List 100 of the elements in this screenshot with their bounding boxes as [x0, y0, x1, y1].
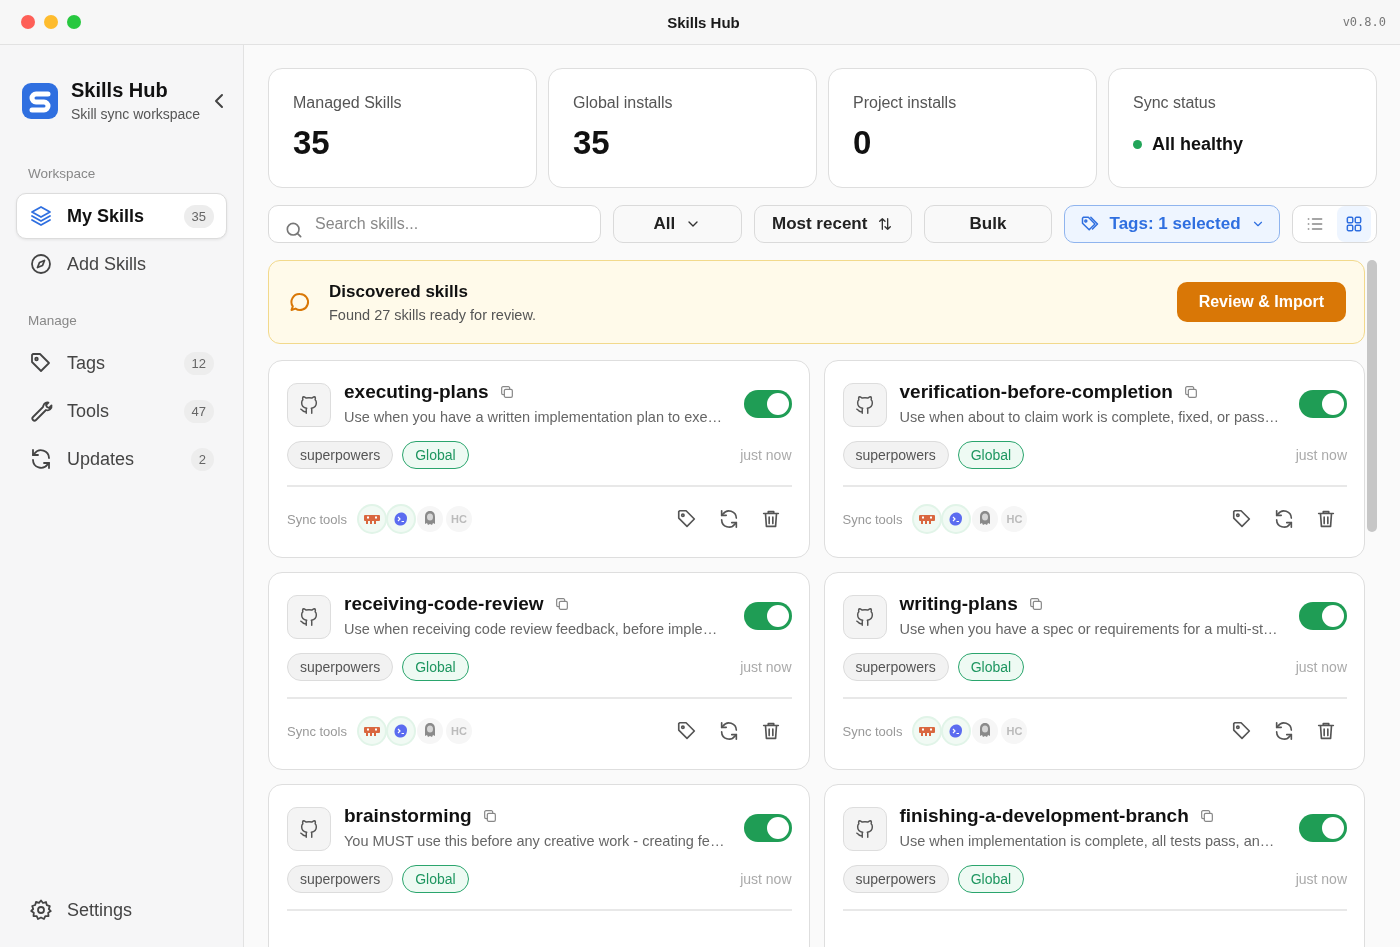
tag-chip: superpowers — [287, 865, 394, 893]
banner-message: Found 27 skills ready for review. — [329, 306, 538, 323]
search-field[interactable]: Search skills... — [268, 205, 602, 243]
bulk-button[interactable]: Bulk — [923, 205, 1053, 243]
robot-icon — [919, 725, 936, 737]
github-icon — [853, 394, 876, 416]
enable-toggle[interactable] — [1299, 814, 1347, 842]
stat-label: Sync status — [1133, 94, 1217, 112]
sidebar-item[interactable]: Tools 47 — [16, 388, 227, 434]
tags-filter[interactable]: Tags: 1 selected — [1064, 205, 1280, 243]
stat-label: Managed Skills — [293, 94, 403, 112]
refresh-icon — [1273, 720, 1295, 742]
skill-name: brainstorming — [344, 805, 472, 827]
tool-label: HC — [1006, 725, 1023, 737]
sync-tools-label: Sync tools — [287, 723, 347, 739]
updated-time: just now — [740, 659, 792, 675]
tag-button[interactable] — [675, 508, 698, 530]
chat-bubble-icon — [288, 290, 312, 314]
sidebar-item[interactable]: My Skills 35 — [16, 193, 227, 239]
refresh-icon — [29, 447, 53, 471]
scope-chip: Global — [402, 653, 469, 681]
scope-dropdown[interactable]: All — [613, 205, 742, 243]
tag-icon — [1231, 720, 1253, 742]
search-icon — [284, 220, 304, 240]
copy-button[interactable] — [481, 808, 498, 824]
stat-value: 35 — [293, 124, 331, 162]
copy-icon — [1182, 384, 1199, 400]
tag-icon — [29, 351, 53, 375]
delete-button[interactable] — [1315, 720, 1337, 742]
copy-button[interactable] — [1182, 384, 1199, 400]
github-icon — [853, 818, 876, 840]
skill-description: Use when implementation is complete, all tests pass, an… — [899, 833, 1276, 849]
terminal-blob-icon — [948, 723, 965, 739]
enable-toggle[interactable] — [1299, 602, 1347, 630]
tag-chip: superpowers — [842, 441, 949, 469]
sidebar-item[interactable]: Tags 12 — [16, 340, 227, 386]
terminal-blob-icon — [393, 723, 409, 739]
zoom-button[interactable] — [67, 15, 81, 29]
count-badge: 35 — [183, 204, 214, 228]
tag-icon — [675, 508, 698, 530]
section-label: Manage — [27, 313, 78, 328]
scope-chip: Global — [957, 441, 1025, 469]
updated-time: just now — [1295, 871, 1347, 887]
refresh-icon — [1273, 508, 1295, 530]
copy-button[interactable] — [1198, 808, 1215, 824]
sync-tools-label: Sync tools — [842, 723, 903, 739]
sidebar-item[interactable]: Add Skills — [16, 241, 227, 287]
scope-chip: Global — [957, 865, 1025, 893]
terminal-blob-icon — [393, 511, 409, 527]
tag-button[interactable] — [1231, 508, 1253, 530]
enable-toggle[interactable] — [743, 602, 792, 630]
copy-button[interactable] — [1027, 596, 1044, 612]
sync-button[interactable] — [1273, 508, 1295, 530]
enable-toggle[interactable] — [743, 814, 792, 842]
figure-icon — [422, 722, 438, 740]
tag-chip: superpowers — [287, 653, 394, 681]
stat-value: All healthy — [1152, 134, 1244, 155]
scope-chip: Global — [402, 441, 469, 469]
delete-button[interactable] — [1315, 508, 1337, 530]
skill-description: Use when you have a spec or requirements for a multi-st… — [899, 621, 1279, 637]
stat-label: Project installs — [853, 94, 958, 112]
sidebar-item[interactable]: Settings — [16, 887, 227, 933]
stat-label: Global installs — [573, 94, 674, 112]
enable-toggle[interactable] — [1299, 390, 1347, 418]
copy-icon — [1027, 596, 1044, 612]
scope-chip: Global — [957, 653, 1025, 681]
tag-button[interactable] — [1231, 720, 1253, 742]
close-button[interactable] — [21, 15, 35, 29]
sort-dropdown[interactable]: Most recent — [753, 205, 912, 243]
github-icon — [298, 818, 320, 840]
scrollbar[interactable] — [1367, 260, 1377, 532]
sort-icon — [877, 216, 894, 232]
sync-button[interactable] — [1273, 720, 1295, 742]
banner-title: Discovered skills — [329, 281, 469, 302]
tag-chip: superpowers — [842, 865, 949, 893]
tag-button[interactable] — [675, 720, 698, 742]
trash-icon — [1315, 720, 1337, 742]
layers-icon — [29, 204, 53, 228]
skill-description: Use when receiving code review feedback, before imple… — [344, 621, 719, 637]
robot-icon — [364, 513, 380, 525]
copy-button[interactable] — [553, 596, 570, 612]
tag-icon — [1231, 508, 1253, 530]
updated-time: just now — [740, 447, 792, 463]
robot-icon — [364, 725, 380, 737]
enable-toggle[interactable] — [743, 390, 792, 418]
tag-chip: superpowers — [842, 653, 949, 681]
copy-button[interactable] — [498, 384, 515, 400]
version-label: v0.8.0 — [1342, 15, 1386, 29]
skill-name: verification-before-completion — [899, 381, 1173, 403]
grid-view-button[interactable] — [1336, 206, 1371, 242]
collapse-icon[interactable] — [215, 93, 223, 108]
tag-icon — [675, 720, 698, 742]
count-badge: 47 — [183, 399, 214, 423]
skill-name: writing-plans — [899, 593, 1018, 615]
section-label: Workspace — [27, 166, 97, 181]
copy-icon — [553, 596, 570, 612]
settings-icon — [29, 898, 53, 922]
sidebar-item[interactable]: Updates 2 — [16, 436, 227, 482]
updated-time: just now — [1295, 447, 1347, 463]
skill-description: Use when about to claim work is complete, fixed, or pass… — [899, 409, 1281, 425]
